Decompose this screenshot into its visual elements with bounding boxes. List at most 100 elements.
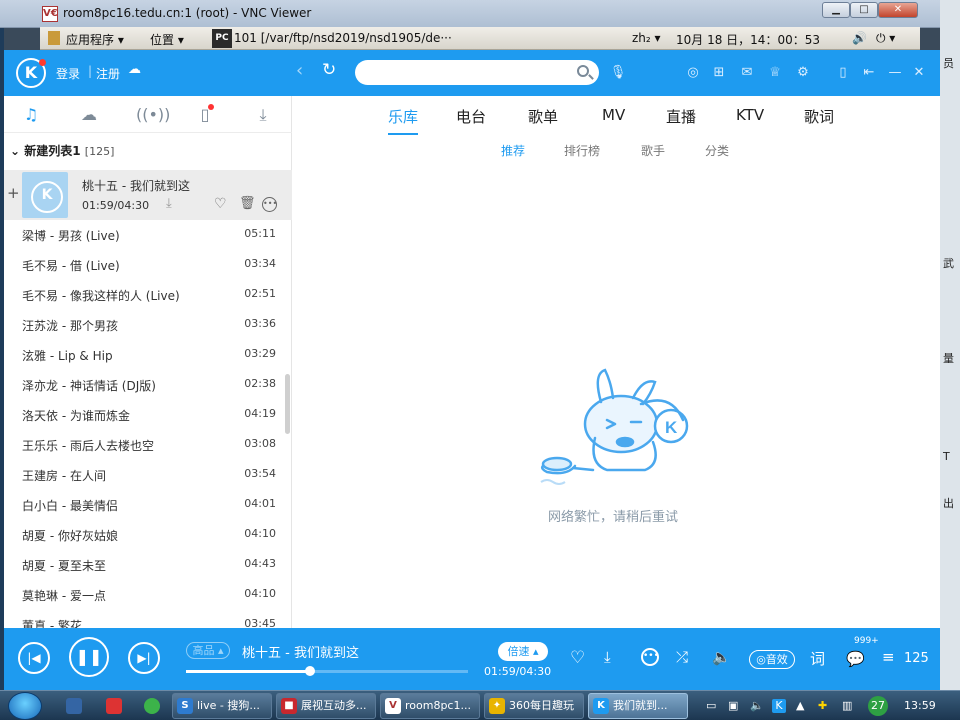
tray-network-icon[interactable]: ▥ [842, 699, 852, 712]
tray-monitor-icon[interactable]: ▣ [728, 699, 738, 712]
tray-badge[interactable]: 27 [868, 696, 888, 716]
comment-icon[interactable]: 💬 [846, 650, 865, 668]
vnc-minimize-button[interactable]: ▁ [822, 2, 850, 18]
refresh-icon[interactable]: ↻ [322, 60, 336, 80]
song-list-item[interactable]: 洛天依 - 为谁而炼金 04:19 [4, 400, 292, 430]
song-list-item[interactable]: 胡夏 - 你好灰姑娘 04:10 [4, 520, 292, 550]
quicklaunch-red-icon[interactable] [106, 698, 122, 714]
heart-icon[interactable]: ♡ [214, 196, 227, 212]
tab-main-6[interactable]: 歌词 [804, 106, 834, 127]
quicklaunch-360-icon[interactable] [144, 698, 160, 714]
taskbar-task[interactable]: K 我们就到... [588, 693, 688, 719]
kugou-logo-icon[interactable]: K [16, 58, 46, 88]
radio-icon[interactable]: ((•)) [136, 104, 170, 126]
taskbar-task[interactable]: Vroom8pc1... [380, 693, 480, 719]
tray-kugou-icon[interactable]: K [772, 699, 786, 713]
playback-speed-button[interactable]: 倍速 ▴ [498, 642, 548, 661]
next-track-icon[interactable]: ▶| [128, 642, 160, 674]
tray-volume-icon[interactable]: 🔈 [750, 699, 764, 712]
playlist-queue-icon[interactable]: ≡ [882, 648, 895, 666]
song-list-item[interactable]: 泫雅 - Lip & Hip 03:29 [4, 340, 292, 370]
search-icon[interactable] [577, 65, 589, 77]
lyrics-button[interactable]: 词 [810, 648, 825, 669]
download-icon[interactable]: ⤓ [604, 648, 611, 666]
phone-icon[interactable]: ▯ [194, 104, 216, 126]
progress-slider[interactable] [186, 666, 468, 676]
active-window-title[interactable]: 101 [/var/ftp/nsd2019/nsd1905/de··· [234, 31, 452, 45]
chevron-down-icon[interactable]: ⌄ [10, 144, 24, 158]
playlist-header[interactable]: ⌄ 新建列表1 [125] [10, 142, 114, 159]
vnc-maximize-button[interactable]: □ [850, 2, 878, 18]
quicklaunch-p-icon[interactable] [66, 698, 82, 714]
more-icon[interactable]: ••• [262, 197, 277, 212]
song-list-item[interactable]: 汪苏泷 - 那个男孩 03:36 [4, 310, 292, 340]
subtab-3[interactable]: 分类 [705, 142, 729, 159]
song-list-item[interactable]: 梁博 - 男孩 (Live) 05:11 [4, 220, 292, 250]
song-list-item[interactable]: 王建房 - 在人间 03:54 [4, 460, 292, 490]
taskbar-task[interactable]: ■ 展视互动多... [276, 693, 376, 719]
song-list-item[interactable]: 胡夏 - 夏至未至 04:43 [4, 550, 292, 580]
apps-grid-icon[interactable]: ⊞ [710, 64, 728, 82]
collapse-icon[interactable]: ⇤ [860, 64, 878, 82]
close-icon[interactable]: ✕ [910, 64, 928, 82]
places-menu[interactable]: 位置 ▾ [150, 31, 184, 48]
download-icon[interactable]: ⤓ [252, 104, 274, 126]
previous-track-icon[interactable]: |◀ [18, 642, 50, 674]
datetime-display[interactable]: 10月 18 日，14：00：53 [676, 31, 820, 48]
song-list-item[interactable]: 莫艳琳 - 爱一点 04:10 [4, 580, 292, 610]
terminal-app-icon[interactable]: PC [212, 29, 232, 48]
song-list-item[interactable]: 毛不易 - 像我这样的人 (Live) 02:51 [4, 280, 292, 310]
tray-flag-icon[interactable]: ▲ [796, 699, 804, 712]
subtab-2[interactable]: 歌手 [641, 142, 665, 159]
start-orb-icon[interactable] [8, 692, 42, 720]
login-link[interactable]: 登录 [56, 65, 80, 82]
tray-plus-icon[interactable]: ✚ [818, 699, 827, 712]
sound-effect-button[interactable]: ◎音效 [749, 650, 795, 669]
tab-main-3[interactable]: MV [602, 106, 625, 124]
progress-handle[interactable] [305, 666, 316, 676]
cloud-sync-icon[interactable]: ☁ [128, 62, 141, 77]
tab-main-2[interactable]: 歌单 [528, 106, 558, 127]
tray-icon[interactable]: ▭ [706, 699, 716, 712]
register-link[interactable]: 注册 [96, 65, 120, 82]
taskbar-clock[interactable]: 13:59 [904, 699, 936, 712]
search-input[interactable] [355, 60, 599, 85]
vnc-close-button[interactable]: ✕ [878, 2, 918, 18]
microphone-icon[interactable]: 🎙 [609, 64, 627, 82]
back-arrow-icon[interactable]: ‹ [296, 60, 303, 81]
download-icon[interactable]: ⤓ [166, 196, 172, 211]
settings-gear-icon[interactable]: ⚙ [794, 64, 812, 82]
mail-icon[interactable]: ✉ [738, 64, 756, 82]
quality-selector[interactable]: 高品 ▴ [186, 642, 230, 659]
subtab-1[interactable]: 排行榜 [564, 142, 600, 159]
now-playing-row[interactable]: + 桃十五 - 我们就到这 01:59/04:30 ⤓ ♡ 🗑 ••• [4, 170, 292, 220]
tab-main-1[interactable]: 电台 [456, 106, 486, 127]
song-list-item[interactable]: 白小白 - 最美情侣 04:01 [4, 490, 292, 520]
music-note-icon[interactable]: ♫ [20, 104, 42, 126]
taskbar-task[interactable]: ✦ 360每日趣玩 [484, 693, 584, 719]
skin-shirt-icon[interactable]: ♕ [766, 64, 784, 82]
input-method-indicator[interactable]: zh₂ ▾ [632, 31, 661, 45]
tab-library[interactable]: 乐库 [388, 106, 419, 135]
cloud-icon[interactable]: ☁ [78, 104, 100, 126]
taskbar-task[interactable]: Slive - 搜狗... [172, 693, 272, 719]
minimize-icon[interactable]: — [886, 64, 904, 82]
trash-icon[interactable]: 🗑 [239, 196, 256, 211]
add-icon[interactable]: + [7, 184, 20, 202]
target-icon[interactable]: ◎ [684, 64, 702, 82]
scrollbar[interactable] [285, 374, 290, 434]
tab-main-4[interactable]: 直播 [666, 106, 696, 127]
song-list-item[interactable]: 王乐乐 - 雨后人去楼也空 03:08 [4, 430, 292, 460]
mini-mode-icon[interactable]: ▯ [834, 64, 852, 82]
heart-icon[interactable]: ♡ [570, 648, 585, 668]
shuffle-icon[interactable]: ⤮ [676, 648, 688, 666]
pause-icon[interactable]: ❚❚ [69, 637, 109, 677]
applications-menu[interactable]: 应用程序 ▾ [66, 31, 124, 48]
song-list-item[interactable]: 泽亦龙 - 神话情话 (DJ版) 02:38 [4, 370, 292, 400]
subtab-0[interactable]: 推荐 [501, 142, 525, 159]
song-list-item[interactable]: 毛不易 - 借 (Live) 03:34 [4, 250, 292, 280]
volume-icon[interactable]: 🔊 [852, 31, 867, 45]
power-icon[interactable]: ⏻ ▾ [876, 31, 895, 46]
volume-icon[interactable]: 🔈 [712, 648, 731, 666]
tab-main-5[interactable]: KTV [736, 106, 764, 124]
